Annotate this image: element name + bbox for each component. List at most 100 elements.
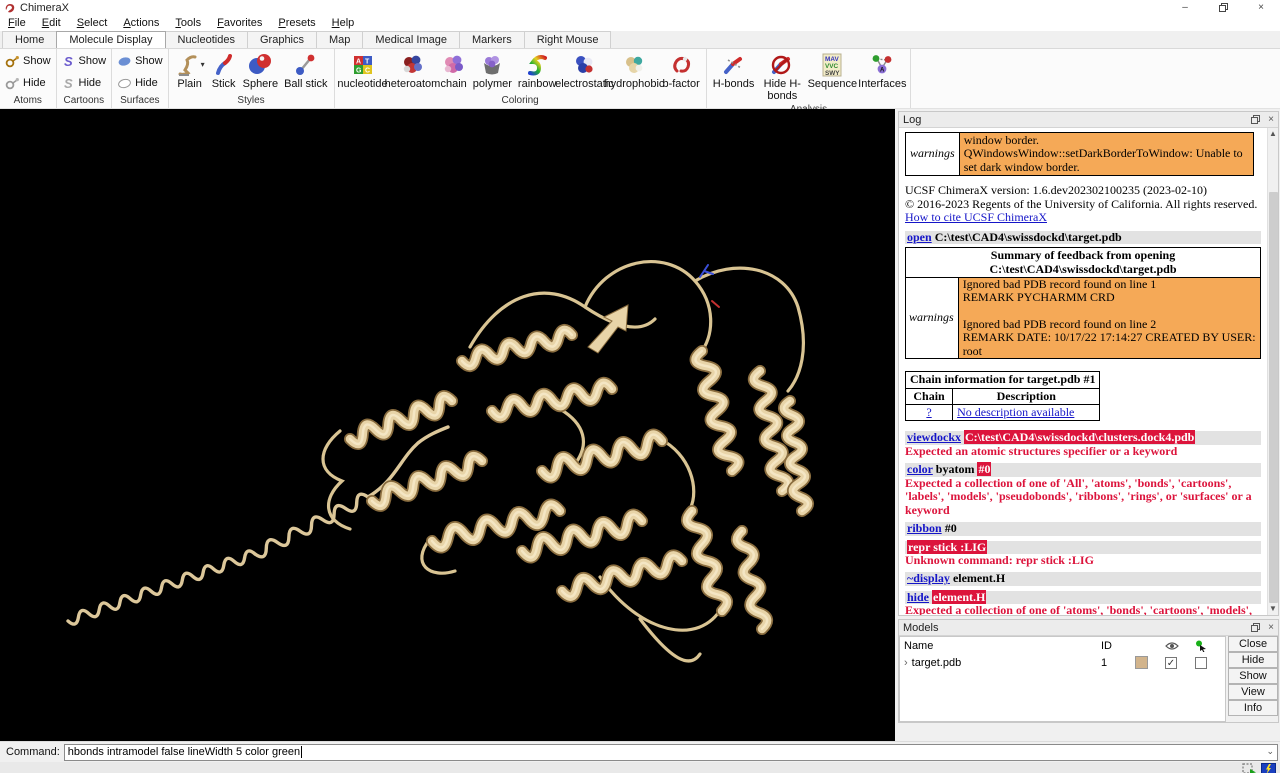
color-chain-button[interactable]: chain <box>438 50 470 94</box>
tab-right-mouse[interactable]: Right Mouse <box>524 31 612 48</box>
style-plain-label: Plain <box>177 79 201 91</box>
style-stick-button[interactable]: Stick <box>208 50 240 94</box>
color-rainbow-button[interactable]: rainbow <box>515 50 560 94</box>
log-command: color byatom #0 <box>905 463 1261 476</box>
sequence-button[interactable]: MAV VVC SWY Sequence <box>807 50 857 103</box>
chimerax-app-icon <box>4 2 16 14</box>
tab-markers[interactable]: Markers <box>459 31 525 48</box>
menu-actions[interactable]: Actions <box>115 17 167 29</box>
interfaces-button[interactable]: A Interfaces <box>857 50 907 103</box>
log-open-command: open C:\test\CAD4\swissdockd\target.pdb <box>905 231 1261 244</box>
cartoons-hide-icon: S <box>62 77 76 90</box>
style-plain-button[interactable]: ▾ Plain <box>172 50 208 94</box>
surfaces-group-label: Surfaces <box>115 94 165 108</box>
interfaces-label: Interfaces <box>858 79 906 91</box>
group-surfaces: Show Hide Surfaces <box>112 49 169 108</box>
surfaces-hide-button[interactable]: Hide <box>115 76 165 91</box>
models-header-row: Name ID <box>900 637 1225 654</box>
models-close-icon[interactable]: × <box>1268 622 1274 633</box>
models-show-button[interactable]: Show <box>1228 668 1278 684</box>
menu-edit[interactable]: Edit <box>34 17 69 29</box>
command-input[interactable]: hbonds intramodel false lineWidth 5 colo… <box>64 744 1278 761</box>
models-float-icon[interactable] <box>1251 623 1260 632</box>
copyright-line: © 2016-2023 Regents of the University of… <box>905 198 1261 211</box>
menu-file[interactable]: File <box>0 17 34 29</box>
models-hide-button[interactable]: Hide <box>1228 652 1278 668</box>
style-ball-stick-button[interactable]: Ball stick <box>281 50 330 94</box>
style-sphere-button[interactable]: Sphere <box>240 50 281 94</box>
color-heteroatom-button[interactable]: heteroatom <box>388 50 438 94</box>
command-history-dropdown-icon[interactable]: ⌄ <box>1266 746 1274 757</box>
atoms-show-button[interactable]: Show <box>3 54 53 69</box>
tab-molecule-display[interactable]: Molecule Display <box>56 31 165 48</box>
atoms-show-icon <box>5 55 20 68</box>
chain-id-link[interactable]: ? <box>910 406 948 419</box>
models-table: Name ID <box>899 636 1226 722</box>
expander-icon[interactable]: › <box>904 657 908 669</box>
cartoons-hide-button[interactable]: S Hide <box>60 76 109 91</box>
fast-mode-icon[interactable] <box>1261 763 1276 773</box>
style-sphere-label: Sphere <box>243 79 278 91</box>
color-polymer-button[interactable]: polymer <box>470 50 515 94</box>
color-nucleotide-button[interactable]: A T G C nucleotide <box>338 50 388 94</box>
log-scroll-thumb[interactable] <box>1269 192 1278 603</box>
selection-mode-icon[interactable] <box>1242 763 1257 773</box>
models-panel-header[interactable]: Models × <box>899 620 1278 636</box>
restore-button[interactable] <box>1204 0 1242 15</box>
menu-select[interactable]: Select <box>69 17 116 29</box>
tab-home[interactable]: Home <box>2 31 57 48</box>
menu-help[interactable]: Help <box>324 17 363 29</box>
color-bfactor-button[interactable]: b-factor <box>659 50 702 94</box>
tab-graphics[interactable]: Graphics <box>247 31 317 48</box>
tab-map[interactable]: Map <box>316 31 363 48</box>
cartoons-show-button[interactable]: S Show <box>60 54 109 69</box>
color-hydrophobic-button[interactable]: hydrophobic <box>609 50 659 94</box>
color-electrostatic-button[interactable]: electrostatic <box>559 50 609 94</box>
model-selected-checkbox[interactable] <box>1195 657 1207 669</box>
log-panel-header[interactable]: Log × <box>899 112 1278 128</box>
sequence-icon: MAV VVC SWY <box>821 52 843 78</box>
models-info-button[interactable]: Info <box>1228 700 1278 716</box>
color-heteroatom-label: heteroatom <box>385 79 441 91</box>
log-scrollbar[interactable]: ▲ ▼ <box>1267 128 1278 615</box>
model-color-swatch[interactable] <box>1135 656 1148 669</box>
hbonds-icon <box>721 52 747 78</box>
hide-hbonds-label: Hide H-bonds <box>760 79 804 102</box>
surfaces-show-button[interactable]: Show <box>115 54 165 69</box>
graphics-viewport[interactable] <box>0 109 895 741</box>
model-shown-checkbox[interactable]: ✓ <box>1165 657 1177 669</box>
close-button[interactable]: × <box>1242 0 1280 15</box>
coloring-group-label: Coloring <box>338 94 703 108</box>
log-command: ribbon #0 <box>905 522 1261 535</box>
styles-group-label: Styles <box>172 94 331 108</box>
restore-icon <box>1219 3 1228 12</box>
cite-chimerax-link[interactable]: How to cite UCSF ChimeraX <box>905 210 1047 224</box>
electrostatic-color-icon <box>572 53 596 77</box>
menu-favorites[interactable]: Favorites <box>209 17 270 29</box>
hbonds-button[interactable]: H-bonds <box>710 50 758 103</box>
model-row-target-pdb[interactable]: › target.pdb 1 ✓ <box>900 654 1225 671</box>
atoms-hide-button[interactable]: Hide <box>3 76 53 91</box>
models-view-button[interactable]: View <box>1228 684 1278 700</box>
cartoons-group-label: Cartoons <box>60 94 109 108</box>
plain-style-icon <box>175 52 201 78</box>
scroll-down-arrow[interactable]: ▼ <box>1269 603 1277 615</box>
log-error: Expected a collection of one of 'atoms',… <box>905 604 1261 615</box>
tab-medical-image[interactable]: Medical Image <box>362 31 460 48</box>
ribbon-tab-bar: Home Molecule Display Nucleotides Graphi… <box>0 31 1280 49</box>
menu-presets[interactable]: Presets <box>270 17 323 29</box>
nucleotide-color-icon: A T G C <box>352 54 374 76</box>
plain-dropdown-arrow[interactable]: ▾ <box>201 61 205 69</box>
hide-hbonds-button[interactable]: Hide H-bonds <box>757 50 807 103</box>
surfaces-show-icon <box>117 55 132 68</box>
open-command-link[interactable]: open <box>907 230 932 244</box>
minimize-button[interactable]: – <box>1166 0 1204 15</box>
menu-tools[interactable]: Tools <box>167 17 209 29</box>
chain-description-link[interactable]: No description available <box>957 405 1074 419</box>
atoms-show-label: Show <box>23 55 51 67</box>
scroll-up-arrow[interactable]: ▲ <box>1269 128 1277 140</box>
tab-nucleotides[interactable]: Nucleotides <box>165 31 248 48</box>
log-close-icon[interactable]: × <box>1268 114 1274 125</box>
log-float-icon[interactable] <box>1251 115 1260 124</box>
models-close-button[interactable]: Close <box>1228 636 1278 652</box>
